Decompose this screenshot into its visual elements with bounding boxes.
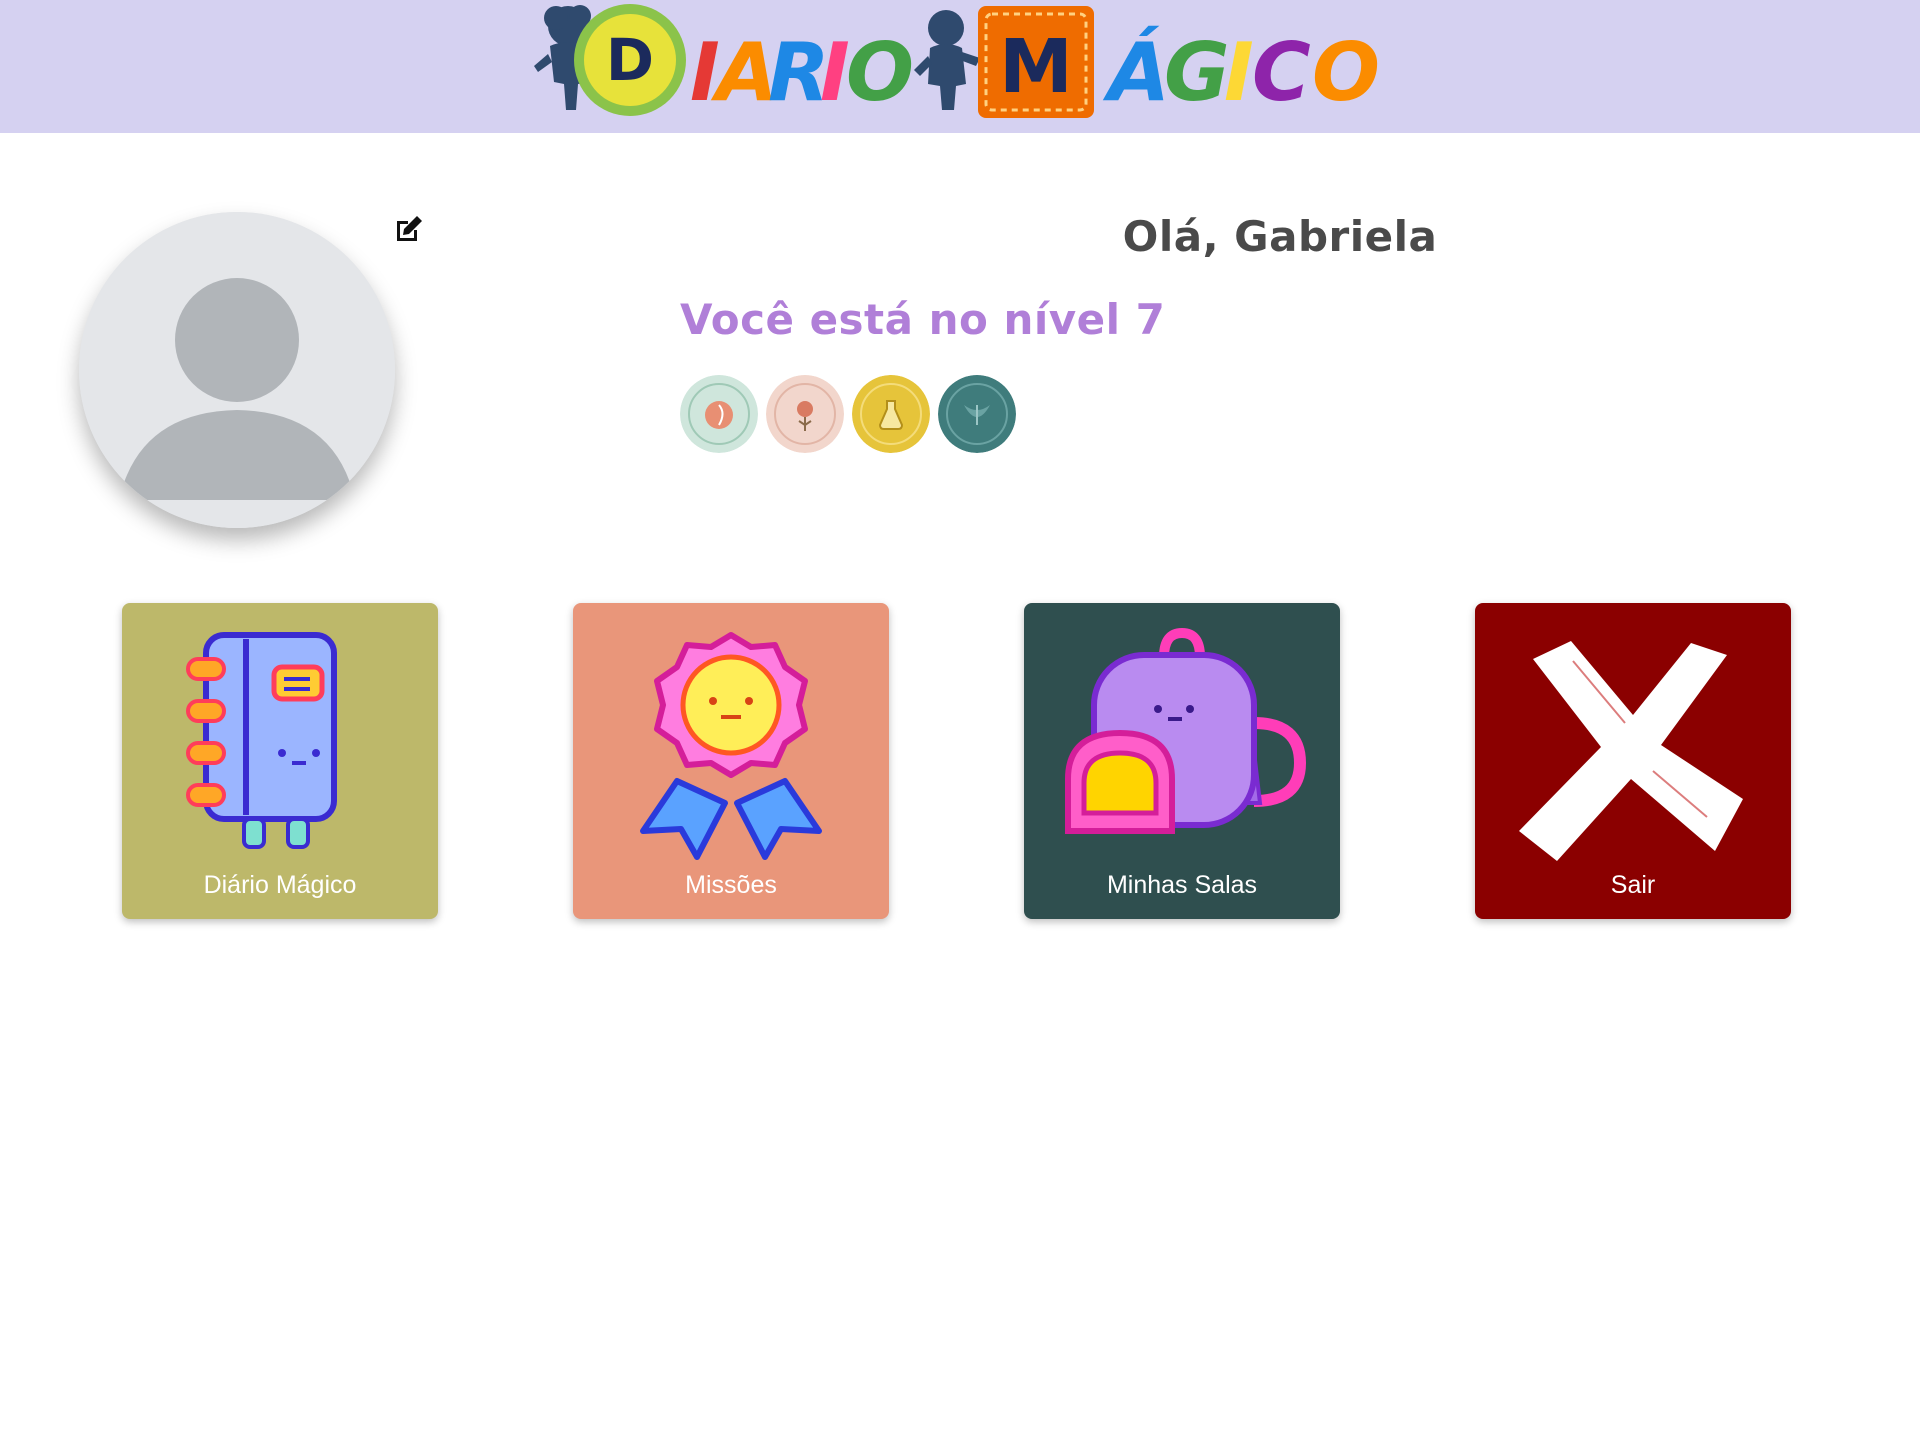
main-menu: Diário Mágico Missões Minhas Salas Sair (122, 603, 1792, 919)
badge-gold-potion[interactable] (852, 375, 930, 453)
profile-avatar (79, 212, 395, 528)
svg-text:O: O (1312, 26, 1380, 119)
svg-text:O: O (846, 26, 914, 119)
badge-natural-product[interactable] (680, 375, 758, 453)
svg-text:C: C (1252, 26, 1311, 119)
tile-sair[interactable]: Sair (1475, 603, 1791, 919)
tile-minhas-salas[interactable]: Minhas Salas (1024, 603, 1340, 919)
svg-text:Á: Á (1102, 25, 1170, 119)
edit-icon (397, 216, 422, 241)
level-text: Você está no nível 7 (680, 295, 1166, 344)
tile-diario-magico[interactable]: Diário Mágico (122, 603, 438, 919)
close-x-icon (1519, 641, 1743, 861)
svg-text:I: I (1224, 26, 1254, 119)
edit-profile-button[interactable] (393, 213, 425, 245)
tile-label: Diário Mágico (203, 871, 357, 899)
tile-missoes[interactable]: Missões (573, 603, 889, 919)
greeting-text: Olá, Gabriela (1122, 212, 1438, 261)
badge-teal-leaf[interactable] (938, 375, 1016, 453)
notebook-icon (186, 632, 337, 849)
svg-text:D: D (606, 26, 654, 94)
tile-label: Missões (685, 871, 777, 899)
medal-icon (640, 632, 822, 860)
svg-text:G: G (1164, 26, 1230, 119)
app-logo[interactable]: D I A R I O M Á G I C O (528, 0, 1388, 125)
tile-label: Sair (1610, 871, 1656, 899)
user-silhouette-icon (79, 212, 395, 528)
top-header: D I A R I O M Á G I C O (0, 0, 1920, 133)
badge-organic-flower[interactable] (766, 375, 844, 453)
tile-label: Minhas Salas (1106, 871, 1258, 899)
badges-row (680, 375, 1016, 453)
svg-text:M: M (999, 24, 1073, 110)
backpack-icon (1065, 627, 1307, 834)
